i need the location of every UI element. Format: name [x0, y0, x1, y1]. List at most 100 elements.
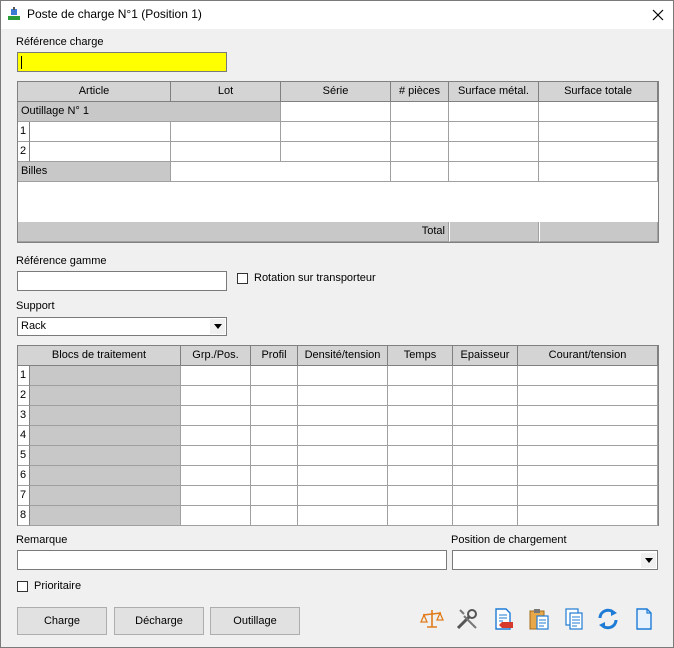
- table-cell[interactable]: [181, 466, 251, 486]
- document-delete-icon[interactable]: [491, 607, 515, 631]
- table-cell[interactable]: [298, 426, 388, 446]
- table-cell[interactable]: [388, 426, 453, 446]
- table-cell[interactable]: [171, 162, 391, 182]
- rotation-checkbox[interactable]: [237, 273, 248, 284]
- surface-metal-cell[interactable]: [449, 122, 539, 142]
- table-cell[interactable]: [388, 386, 453, 406]
- table-cell[interactable]: [453, 466, 518, 486]
- article-cell[interactable]: [30, 122, 171, 142]
- bloc-cell[interactable]: [30, 386, 181, 406]
- bloc-cell[interactable]: [30, 426, 181, 446]
- table-cell[interactable]: [181, 446, 251, 466]
- close-button[interactable]: [643, 1, 673, 29]
- prioritaire-label: Prioritaire: [34, 580, 82, 592]
- table-cell[interactable]: [181, 406, 251, 426]
- table-cell[interactable]: [251, 506, 298, 526]
- table-cell[interactable]: [453, 386, 518, 406]
- tools-icon[interactable]: [455, 607, 479, 631]
- table-cell[interactable]: [251, 446, 298, 466]
- row-number: 7: [18, 486, 30, 506]
- table-cell[interactable]: [539, 162, 658, 182]
- table-cell[interactable]: [298, 406, 388, 426]
- table-cell[interactable]: [181, 506, 251, 526]
- table-cell[interactable]: [251, 486, 298, 506]
- pieces-cell[interactable]: [391, 142, 449, 162]
- charge-button[interactable]: Charge: [17, 607, 107, 635]
- table-cell[interactable]: [388, 466, 453, 486]
- table-cell[interactable]: [388, 446, 453, 466]
- bloc-cell[interactable]: [30, 406, 181, 426]
- table-cell[interactable]: [518, 486, 658, 506]
- table-cell[interactable]: [518, 426, 658, 446]
- table-cell[interactable]: [251, 406, 298, 426]
- table-cell[interactable]: [298, 506, 388, 526]
- refresh-icon[interactable]: [596, 607, 620, 631]
- surface-totale-cell[interactable]: [539, 142, 658, 162]
- table-cell[interactable]: [518, 386, 658, 406]
- remarque-input[interactable]: [17, 550, 447, 570]
- table-cell[interactable]: [388, 366, 453, 386]
- article-cell[interactable]: [30, 142, 171, 162]
- serie-cell[interactable]: [281, 142, 391, 162]
- table-cell[interactable]: [251, 366, 298, 386]
- table-cell[interactable]: [388, 406, 453, 426]
- table-cell[interactable]: [518, 466, 658, 486]
- bloc-cell[interactable]: [30, 366, 181, 386]
- table-cell[interactable]: [388, 486, 453, 506]
- outillage-row-label: Outillage N° 1: [18, 102, 281, 122]
- table-cell[interactable]: [298, 366, 388, 386]
- table-cell[interactable]: [181, 386, 251, 406]
- serie-cell[interactable]: [281, 122, 391, 142]
- table-cell[interactable]: [449, 162, 539, 182]
- table-cell[interactable]: [518, 406, 658, 426]
- dropdown-arrow[interactable]: [210, 319, 225, 334]
- bloc-cell[interactable]: [30, 486, 181, 506]
- lot-cell[interactable]: [171, 122, 281, 142]
- table-cell[interactable]: [453, 486, 518, 506]
- table-cell[interactable]: [298, 466, 388, 486]
- table-cell[interactable]: [181, 366, 251, 386]
- decharge-button[interactable]: Décharge: [114, 607, 204, 635]
- table-cell[interactable]: [453, 366, 518, 386]
- support-select[interactable]: Rack: [17, 317, 227, 336]
- surface-totale-cell[interactable]: [539, 122, 658, 142]
- reference-charge-input[interactable]: [17, 52, 227, 72]
- surface-metal-cell[interactable]: [449, 142, 539, 162]
- table-cell[interactable]: [251, 426, 298, 446]
- table-cell[interactable]: [388, 506, 453, 526]
- table-cell[interactable]: [391, 162, 449, 182]
- new-document-icon[interactable]: [632, 607, 656, 631]
- table-cell[interactable]: [453, 506, 518, 526]
- table-cell[interactable]: [518, 446, 658, 466]
- table-cell[interactable]: [298, 386, 388, 406]
- table-cell[interactable]: [453, 426, 518, 446]
- table-cell[interactable]: [453, 446, 518, 466]
- header-article: Article: [18, 82, 171, 102]
- copy-icon[interactable]: [562, 607, 586, 631]
- table-cell[interactable]: [281, 102, 391, 122]
- table-cell[interactable]: [449, 102, 539, 122]
- table-cell[interactable]: [181, 426, 251, 446]
- balance-icon[interactable]: [420, 607, 444, 631]
- table-cell[interactable]: [298, 486, 388, 506]
- table-cell[interactable]: [539, 102, 658, 122]
- reference-gamme-input[interactable]: [17, 271, 227, 291]
- table-cell[interactable]: [181, 486, 251, 506]
- table-cell[interactable]: [251, 386, 298, 406]
- table-cell[interactable]: [391, 102, 449, 122]
- table-cell[interactable]: [298, 446, 388, 466]
- bloc-cell[interactable]: [30, 466, 181, 486]
- position-chargement-select[interactable]: [452, 550, 658, 570]
- pieces-cell[interactable]: [391, 122, 449, 142]
- bloc-cell[interactable]: [30, 446, 181, 466]
- dropdown-arrow[interactable]: [641, 553, 656, 568]
- table-cell[interactable]: [453, 406, 518, 426]
- table-cell[interactable]: [251, 466, 298, 486]
- table-cell[interactable]: [518, 506, 658, 526]
- table-cell[interactable]: [518, 366, 658, 386]
- prioritaire-checkbox[interactable]: [17, 581, 28, 592]
- lot-cell[interactable]: [171, 142, 281, 162]
- bloc-cell[interactable]: [30, 506, 181, 526]
- paste-icon[interactable]: [527, 607, 551, 631]
- outillage-button[interactable]: Outillage: [210, 607, 300, 635]
